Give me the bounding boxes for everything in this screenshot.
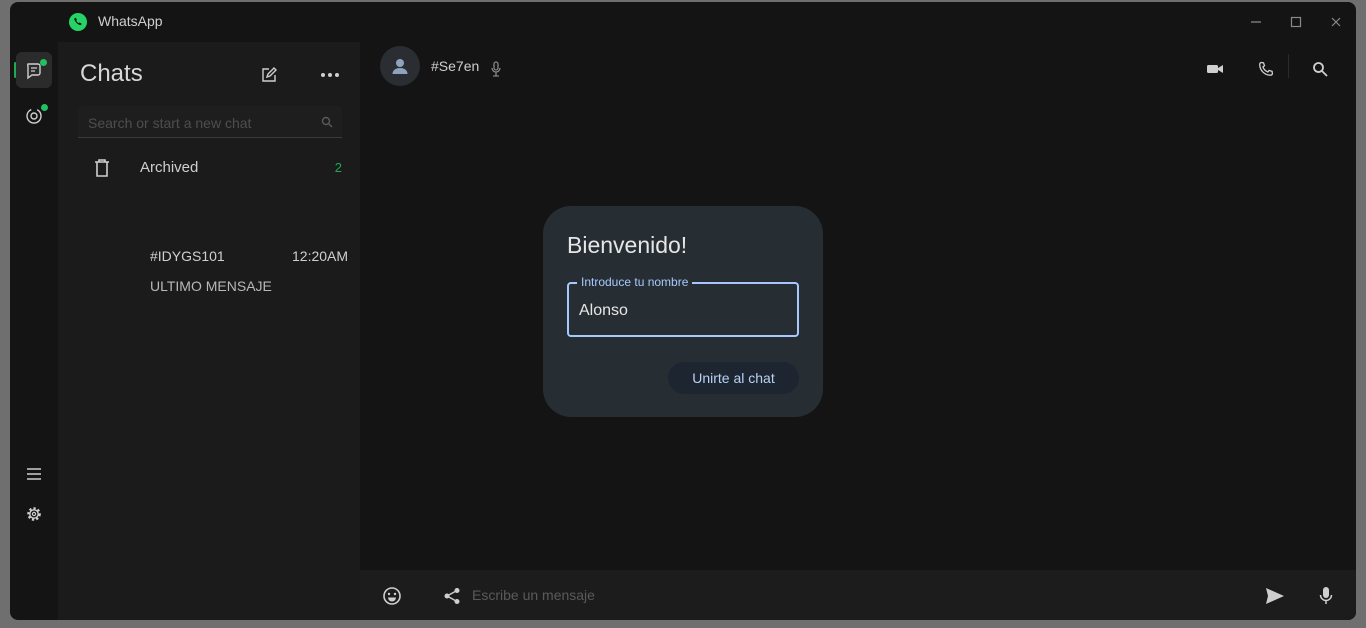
navigation-rail — [10, 42, 58, 620]
archived-label: Archived — [140, 159, 199, 176]
maximize-icon — [1290, 16, 1302, 28]
new-chat-icon — [262, 67, 277, 82]
rail-settings-button[interactable] — [16, 496, 52, 532]
contact-avatar[interactable] — [380, 46, 420, 86]
chat-list-item[interactable]: #IDYGS101 12:20AM ULTIMO MENSAJE — [58, 238, 360, 298]
rail-status-button[interactable] — [16, 98, 52, 134]
status-notification-dot — [41, 104, 48, 111]
join-chat-button[interactable]: Unirte al chat — [668, 362, 799, 394]
person-icon — [392, 59, 408, 74]
chats-notification-dot — [40, 59, 47, 66]
voice-indicator-icon — [490, 60, 502, 78]
name-field: Introduce tu nombre — [567, 275, 799, 337]
video-camera-icon — [1207, 65, 1223, 73]
archived-row[interactable]: Archived 2 — [58, 152, 360, 184]
minimize-icon — [1251, 21, 1261, 23]
microphone-button[interactable] — [1314, 584, 1338, 608]
gear-icon — [27, 507, 41, 521]
archived-count-badge: 2 — [334, 160, 342, 175]
contact-name: #Se7en — [431, 58, 480, 74]
chat-timestamp: 12:20AM — [292, 248, 349, 264]
message-composer — [360, 570, 1356, 620]
message-input[interactable] — [472, 584, 1232, 606]
maximize-button[interactable] — [1276, 2, 1316, 42]
chat-list-panel: Chats Archived 2 — [58, 42, 360, 620]
new-chat-button[interactable] — [256, 62, 282, 88]
conversation-panel: #Se7en — [360, 42, 1356, 620]
search-box — [78, 106, 342, 138]
close-window-button[interactable] — [1316, 2, 1356, 42]
video-call-button[interactable] — [1200, 56, 1230, 82]
phone-icon — [1259, 61, 1274, 76]
welcome-dialog: Bienvenido! Introduce tu nombre Unirte a… — [543, 206, 823, 417]
rail-menu-button[interactable] — [16, 456, 52, 492]
app-title: WhatsApp — [98, 13, 163, 29]
search-input[interactable] — [88, 112, 308, 134]
title-bar: WhatsApp — [10, 2, 1356, 42]
rail-chats-button[interactable] — [16, 52, 52, 88]
search-messages-button[interactable] — [1306, 56, 1334, 82]
header-divider — [1288, 54, 1289, 78]
voice-call-button[interactable] — [1252, 56, 1280, 82]
send-button[interactable] — [1262, 584, 1288, 608]
send-icon — [1266, 588, 1284, 604]
whatsapp-logo-icon — [68, 12, 88, 32]
window-controls — [1236, 2, 1356, 42]
emoji-button[interactable] — [380, 584, 404, 608]
dialog-title: Bienvenido! — [567, 232, 688, 258]
search-icon — [320, 115, 334, 129]
minimize-button[interactable] — [1236, 2, 1276, 42]
more-dots-icon — [321, 73, 339, 77]
more-options-button[interactable] — [316, 62, 344, 88]
close-icon — [1331, 17, 1341, 27]
emoji-icon — [383, 587, 401, 605]
name-input[interactable] — [579, 300, 779, 322]
archive-icon — [92, 158, 112, 178]
search-icon — [1313, 62, 1328, 77]
chat-last-message: ULTIMO MENSAJE — [150, 278, 272, 294]
menu-icon — [27, 468, 41, 480]
chat-name: #IDYGS101 — [150, 248, 225, 264]
share-button[interactable] — [440, 584, 464, 608]
chats-heading: Chats — [80, 60, 143, 87]
conversation-header: #Se7en — [360, 42, 1356, 98]
microphone-icon — [1319, 587, 1333, 604]
share-icon — [444, 588, 460, 604]
name-field-label: Introduce tu nombre — [577, 275, 693, 289]
